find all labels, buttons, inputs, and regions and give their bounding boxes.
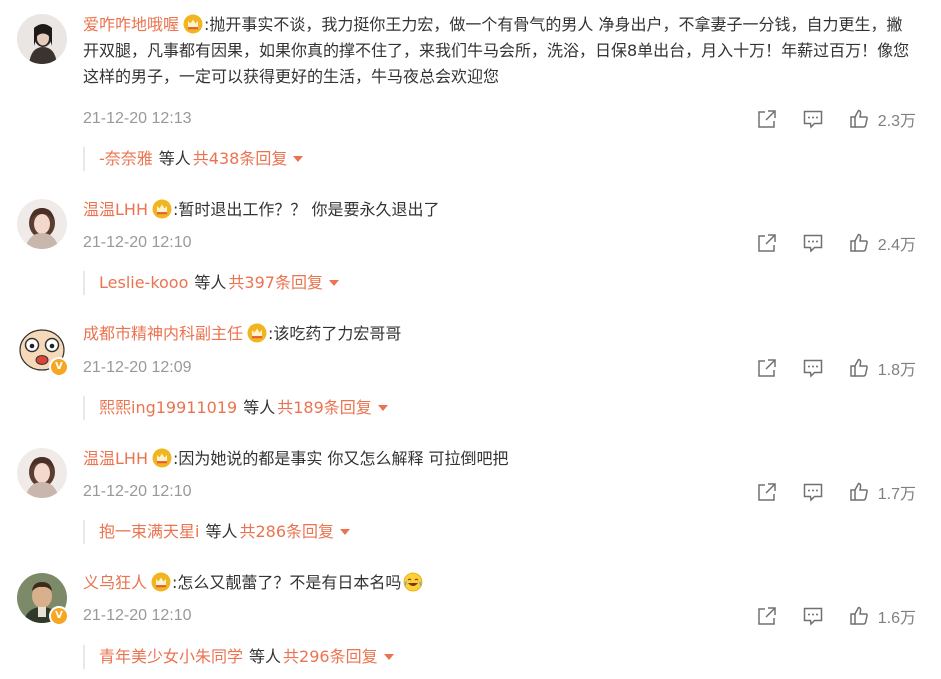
comment-body: :因为她说的都是事实 你又怎么解释 可拉倒吧把 [172,449,509,468]
comment-meta: 21-12-20 12:10 1.7万 [83,479,918,505]
comment-meta: 21-12-20 12:09 1.8万 [83,355,918,381]
comment-icon[interactable] [802,357,824,379]
share-icon[interactable] [756,605,778,627]
reply-count[interactable]: 共189条回复 [277,398,372,417]
comment-text: 爱咋咋地哦喔:抛开事实不谈，我力挺你王力宏，做一个有骨气的男人 净身出户，不拿妻… [83,12,918,90]
reply-username[interactable]: 熙熙ing19911019 [99,398,237,417]
comment-username[interactable]: 爱咋咋地哦喔 [83,15,179,34]
avatar[interactable] [17,14,67,64]
like-thumb-icon[interactable] [848,108,870,130]
comment-body: :怎么又靓蕾了？不是有日本名吗 [172,573,402,592]
reply-summary[interactable]: -奈奈雅 等人 共438条回复 [83,147,304,171]
comment-actions: 1.8万 [732,355,916,381]
reply-count[interactable]: 共286条回复 [239,522,334,541]
laugh-cry-emoji-icon [403,572,423,592]
like-count[interactable]: 1.8万 [878,356,916,380]
reply-username[interactable]: 青年美少女小朱同学 [99,647,243,666]
comment-timestamp: 21-12-20 12:10 [83,607,192,624]
reply-etc-label: 等人 [194,273,227,292]
comment-feed: 爱咋咋地哦喔:抛开事实不谈，我力挺你王力宏，做一个有骨气的男人 净身出户，不拿妻… [0,0,941,679]
comment-actions: 1.7万 [732,479,916,505]
comment-meta: 21-12-20 12:13 2.3万 [83,106,918,132]
share-icon[interactable] [756,481,778,503]
share-icon[interactable] [756,357,778,379]
like-thumb-icon[interactable] [848,605,870,627]
comment-meta: 21-12-20 12:10 1.6万 [83,603,918,629]
comment-text: 温温LHH :因为她说的都是事实 你又怎么解释 可拉倒吧把 [83,446,918,472]
comment-timestamp: 21-12-20 12:10 [83,234,192,251]
like-count[interactable]: 2.4万 [878,231,916,255]
comment-username[interactable]: 义乌狂人 [83,573,147,592]
verified-badge: V [49,357,69,377]
comment-icon[interactable] [802,481,824,503]
reply-count[interactable]: 共438条回复 [193,149,288,168]
vip-crown-icon [152,448,172,468]
reply-count[interactable]: 共296条回复 [283,647,378,666]
like-thumb-icon[interactable] [848,481,870,503]
avatar[interactable] [17,199,67,249]
chevron-down-icon[interactable] [383,654,394,660]
comment-text: 义乌狂人 :怎么又靓蕾了？不是有日本名吗 [83,570,918,596]
reply-etc-label: 等人 [158,149,191,168]
comment-username[interactable]: 温温LHH [83,449,148,468]
reply-summary[interactable]: 青年美少女小朱同学 等人 共296条回复 [83,645,394,669]
comment-body: :暂时退出工作？？ 你是要永久退出了 [172,200,440,219]
reply-etc-label: 等人 [243,398,276,417]
comment-timestamp: 21-12-20 12:09 [83,359,192,376]
comment-username[interactable]: 温温LHH [83,200,148,219]
vip-crown-icon [247,323,267,343]
avatar[interactable] [17,448,67,498]
like-count[interactable]: 2.3万 [878,107,916,131]
verified-badge: V [49,606,69,626]
comment-body: :抛开事实不谈，我力挺你王力宏，做一个有骨气的男人 净身出户，不拿妻子一分钱，自… [83,15,910,86]
chevron-down-icon[interactable] [293,156,304,162]
reply-username[interactable]: -奈奈雅 [99,149,153,168]
comment-actions: 2.3万 [732,106,916,132]
vip-crown-icon [183,14,203,34]
vip-crown-icon [152,199,172,219]
chevron-down-icon[interactable] [377,405,388,411]
comment-timestamp: 21-12-20 12:10 [83,483,192,500]
chevron-down-icon[interactable] [328,280,339,286]
like-thumb-icon[interactable] [848,232,870,254]
comment-username[interactable]: 成都市精神内科副主任 [83,324,243,343]
chevron-down-icon[interactable] [340,529,351,535]
comment-icon[interactable] [802,108,824,130]
like-count[interactable]: 1.6万 [878,604,916,628]
like-thumb-icon[interactable] [848,357,870,379]
vip-crown-icon [151,572,171,592]
reply-count[interactable]: 共397条回复 [228,273,323,292]
reply-summary[interactable]: Leslie-kooo 等人 共397条回复 [83,271,339,295]
comment-icon[interactable] [802,605,824,627]
reply-summary[interactable]: 抱一束满天星i 等人 共286条回复 [83,520,351,544]
reply-username[interactable]: Leslie-kooo [99,273,188,292]
comment-timestamp: 21-12-20 12:13 [83,110,192,127]
reply-summary[interactable]: 熙熙ing19911019 等人 共189条回复 [83,396,388,420]
comment-icon[interactable] [802,232,824,254]
comment-text: 成都市精神内科副主任 :该吃药了力宏哥哥 [83,321,918,347]
comment-body: :该吃药了力宏哥哥 [268,324,402,343]
comment-actions: 1.6万 [732,603,916,629]
comment-text: 温温LHH :暂时退出工作？？ 你是要永久退出了 [83,197,918,223]
share-icon[interactable] [756,108,778,130]
reply-etc-label: 等人 [249,647,282,666]
like-count[interactable]: 1.7万 [878,480,916,504]
reply-etc-label: 等人 [205,522,238,541]
reply-username[interactable]: 抱一束满天星i [99,522,199,541]
comment-meta: 21-12-20 12:10 2.4万 [83,230,918,256]
share-icon[interactable] [756,232,778,254]
comment-actions: 2.4万 [732,230,916,256]
